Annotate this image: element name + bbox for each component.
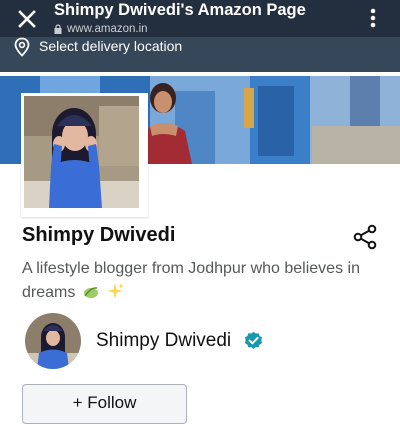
follow-button[interactable]: + Follow xyxy=(22,384,187,424)
lock-icon xyxy=(54,24,62,34)
url-text: www.amazon.in xyxy=(67,23,148,35)
delivery-location-bar[interactable]: Select delivery location xyxy=(0,37,400,72)
profile-picture[interactable] xyxy=(21,93,148,217)
page-title: Shimpy Dwivedi's Amazon Page xyxy=(54,1,306,19)
leaf-emoji-icon xyxy=(83,287,98,298)
sparkles-emoji-icon xyxy=(107,283,125,299)
share-icon[interactable] xyxy=(352,224,378,250)
more-vert-icon[interactable] xyxy=(364,6,382,30)
browser-header: Shimpy Dwivedi's Amazon Page www.amazon.… xyxy=(0,0,400,37)
location-pin-icon xyxy=(14,37,30,57)
follow-button-label: + Follow xyxy=(72,393,137,412)
profile-bio: A lifestyle blogger from Jodhpur who bel… xyxy=(22,257,387,305)
delivery-label: Select delivery location xyxy=(39,38,183,54)
profile-name: Shimpy Dwivedi xyxy=(22,224,176,246)
verified-check-icon xyxy=(244,331,263,350)
bio-text: A lifestyle blogger from Jodhpur who bel… xyxy=(22,260,360,301)
avatar[interactable] xyxy=(25,313,81,369)
creator-name[interactable]: Shimpy Dwivedi xyxy=(96,330,231,352)
close-icon[interactable] xyxy=(14,6,40,32)
url-bar[interactable]: www.amazon.in xyxy=(54,22,148,36)
